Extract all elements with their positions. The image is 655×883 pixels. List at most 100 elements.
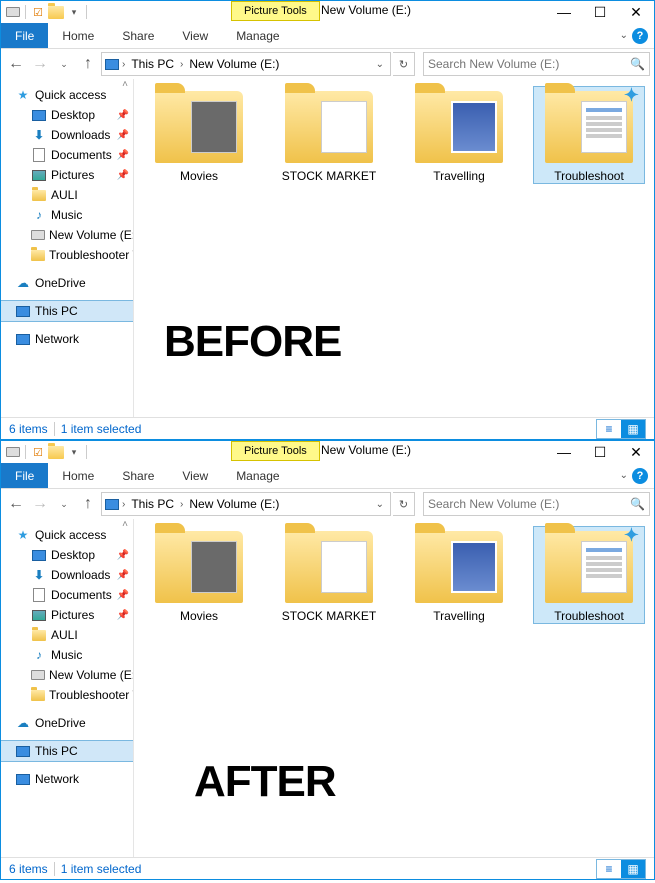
new-folder-icon[interactable] <box>48 444 64 460</box>
content-area[interactable]: Movies STOCK MARKET Travelling ✦Troubles… <box>134 519 654 857</box>
icons-view-button[interactable]: ▦ <box>621 420 645 438</box>
sidebar-item-volume-e[interactable]: New Volume (E:) <box>1 225 133 245</box>
search-box[interactable]: 🔍 <box>423 52 650 76</box>
refresh-button[interactable]: ↻ <box>393 492 415 516</box>
properties-icon[interactable]: ☑ <box>30 4 46 20</box>
content-area[interactable]: Movies STOCK MARKET Travelling ✦ Trouble… <box>134 79 654 417</box>
recent-dropdown[interactable]: ⌄ <box>53 493 75 515</box>
breadcrumb[interactable]: › This PC › New Volume (E:) ⌄ <box>101 492 391 516</box>
sidebar-item-troubleshooter[interactable]: Troubleshooter W <box>1 685 133 705</box>
folder-tile-movies[interactable]: Movies <box>144 87 254 183</box>
view-tab[interactable]: View <box>168 23 222 48</box>
manage-tab[interactable]: Manage <box>222 23 293 48</box>
manage-tab[interactable]: Manage <box>222 463 293 488</box>
file-tab[interactable]: File <box>1 463 48 488</box>
search-box[interactable]: 🔍 <box>423 492 650 516</box>
home-tab[interactable]: Home <box>48 463 108 488</box>
forward-button[interactable]: → <box>29 493 51 515</box>
sidebar-item-downloads[interactable]: ⬇Downloads📌 <box>1 565 133 585</box>
folder-icon <box>31 687 45 703</box>
new-folder-icon[interactable] <box>48 4 64 20</box>
breadcrumb-path[interactable]: New Volume (E:) <box>185 57 283 71</box>
breadcrumb-root[interactable]: This PC <box>127 57 178 71</box>
minimize-button[interactable]: — <box>546 441 582 463</box>
refresh-button[interactable]: ↻ <box>393 52 415 76</box>
overlay-after-label: AFTER <box>194 757 336 807</box>
home-tab[interactable]: Home <box>48 23 108 48</box>
chevron-down-icon[interactable]: ⌄ <box>620 30 628 41</box>
share-tab[interactable]: Share <box>108 23 168 48</box>
back-button[interactable]: ← <box>5 493 27 515</box>
help-icon[interactable]: ? <box>632 28 648 44</box>
network-head[interactable]: Network <box>1 329 133 349</box>
view-tab[interactable]: View <box>168 463 222 488</box>
recent-dropdown[interactable]: ⌄ <box>53 53 75 75</box>
sidebar-item-downloads[interactable]: ⬇Downloads📌 <box>1 125 133 145</box>
sidebar-item-auli[interactable]: AULI <box>1 625 133 645</box>
forward-button[interactable]: → <box>29 53 51 75</box>
file-tab[interactable]: File <box>1 23 48 48</box>
context-tab: Picture Tools <box>231 441 320 461</box>
breadcrumb-dropdown-icon[interactable]: ⌄ <box>372 499 388 510</box>
quick-access-head[interactable]: ★ Quick access <box>1 85 133 105</box>
body: ˄ ★Quick access Desktop📌 ⬇Downloads📌 Doc… <box>1 519 654 857</box>
details-view-button[interactable]: ≡ <box>597 860 621 878</box>
thispc-head[interactable]: This PC <box>1 741 133 761</box>
up-button[interactable]: ↑ <box>77 493 99 515</box>
sidebar-item-music[interactable]: ♪Music <box>1 645 133 665</box>
network-head[interactable]: Network <box>1 769 133 789</box>
search-icon[interactable]: 🔍 <box>630 497 645 511</box>
sidebar-item-troubleshooter[interactable]: Troubleshooter W <box>1 245 133 265</box>
folder-tile-stockmarket[interactable]: STOCK MARKET <box>274 527 384 623</box>
close-button[interactable]: ✕ <box>618 1 654 23</box>
sidebar-item-documents[interactable]: Documents📌 <box>1 145 133 165</box>
qat-dropdown-icon[interactable]: ▾ <box>66 444 82 460</box>
quick-access-head[interactable]: ★Quick access <box>1 525 133 545</box>
breadcrumb[interactable]: › This PC › New Volume (E:) ⌄ <box>101 52 391 76</box>
sidebar-item-pictures[interactable]: Pictures📌 <box>1 165 133 185</box>
minimize-button[interactable]: — <box>546 1 582 23</box>
sidebar-item-desktop[interactable]: Desktop📌 <box>1 545 133 565</box>
sidebar-item-pictures[interactable]: Pictures📌 <box>1 605 133 625</box>
onedrive-head[interactable]: ☁OneDrive <box>1 273 133 293</box>
back-button[interactable]: ← <box>5 53 27 75</box>
sidebar-item-music[interactable]: ♪Music <box>1 205 133 225</box>
folder-tile-troubleshoot[interactable]: ✦Troubleshoot <box>534 527 644 623</box>
maximize-button[interactable]: ☐ <box>582 441 618 463</box>
folder-tile-travelling[interactable]: Travelling <box>404 87 514 183</box>
breadcrumb-path[interactable]: New Volume (E:) <box>185 497 283 511</box>
help-icon[interactable]: ? <box>632 468 648 484</box>
sidebar-item-documents[interactable]: Documents📌 <box>1 585 133 605</box>
chevron-right-icon[interactable]: › <box>122 499 125 510</box>
details-view-button[interactable]: ≡ <box>597 420 621 438</box>
search-icon[interactable]: 🔍 <box>630 57 645 71</box>
shortcut-arrows-icon: ✦ <box>624 525 639 546</box>
sidebar-item-volume-e[interactable]: New Volume (E:) <box>1 665 133 685</box>
close-button[interactable]: ✕ <box>618 441 654 463</box>
properties-icon[interactable]: ☑ <box>30 444 46 460</box>
folder-tile-troubleshoot[interactable]: ✦ Troubleshoot <box>534 87 644 183</box>
thispc-head[interactable]: This PC <box>1 301 133 321</box>
search-input[interactable] <box>428 57 630 71</box>
breadcrumb-dropdown-icon[interactable]: ⌄ <box>372 59 388 70</box>
sidebar-item-desktop[interactable]: Desktop📌 <box>1 105 133 125</box>
up-button[interactable]: ↑ <box>77 53 99 75</box>
qat-dropdown-icon[interactable]: ▾ <box>66 4 82 20</box>
chevron-down-icon[interactable]: ⌄ <box>620 470 628 481</box>
maximize-button[interactable]: ☐ <box>582 1 618 23</box>
pin-icon: 📌 <box>117 150 129 161</box>
breadcrumb-root[interactable]: This PC <box>127 497 178 511</box>
chevron-right-icon[interactable]: › <box>180 59 183 70</box>
folder-tile-stockmarket[interactable]: STOCK MARKET <box>274 87 384 183</box>
chevron-right-icon[interactable]: › <box>180 499 183 510</box>
scroll-up-icon[interactable]: ˄ <box>117 519 133 535</box>
share-tab[interactable]: Share <box>108 463 168 488</box>
search-input[interactable] <box>428 497 630 511</box>
icons-view-button[interactable]: ▦ <box>621 860 645 878</box>
scroll-up-icon[interactable]: ˄ <box>117 79 133 95</box>
onedrive-head[interactable]: ☁OneDrive <box>1 713 133 733</box>
folder-tile-movies[interactable]: Movies <box>144 527 254 623</box>
folder-tile-travelling[interactable]: Travelling <box>404 527 514 623</box>
chevron-right-icon[interactable]: › <box>122 59 125 70</box>
sidebar-item-auli[interactable]: AULI <box>1 185 133 205</box>
